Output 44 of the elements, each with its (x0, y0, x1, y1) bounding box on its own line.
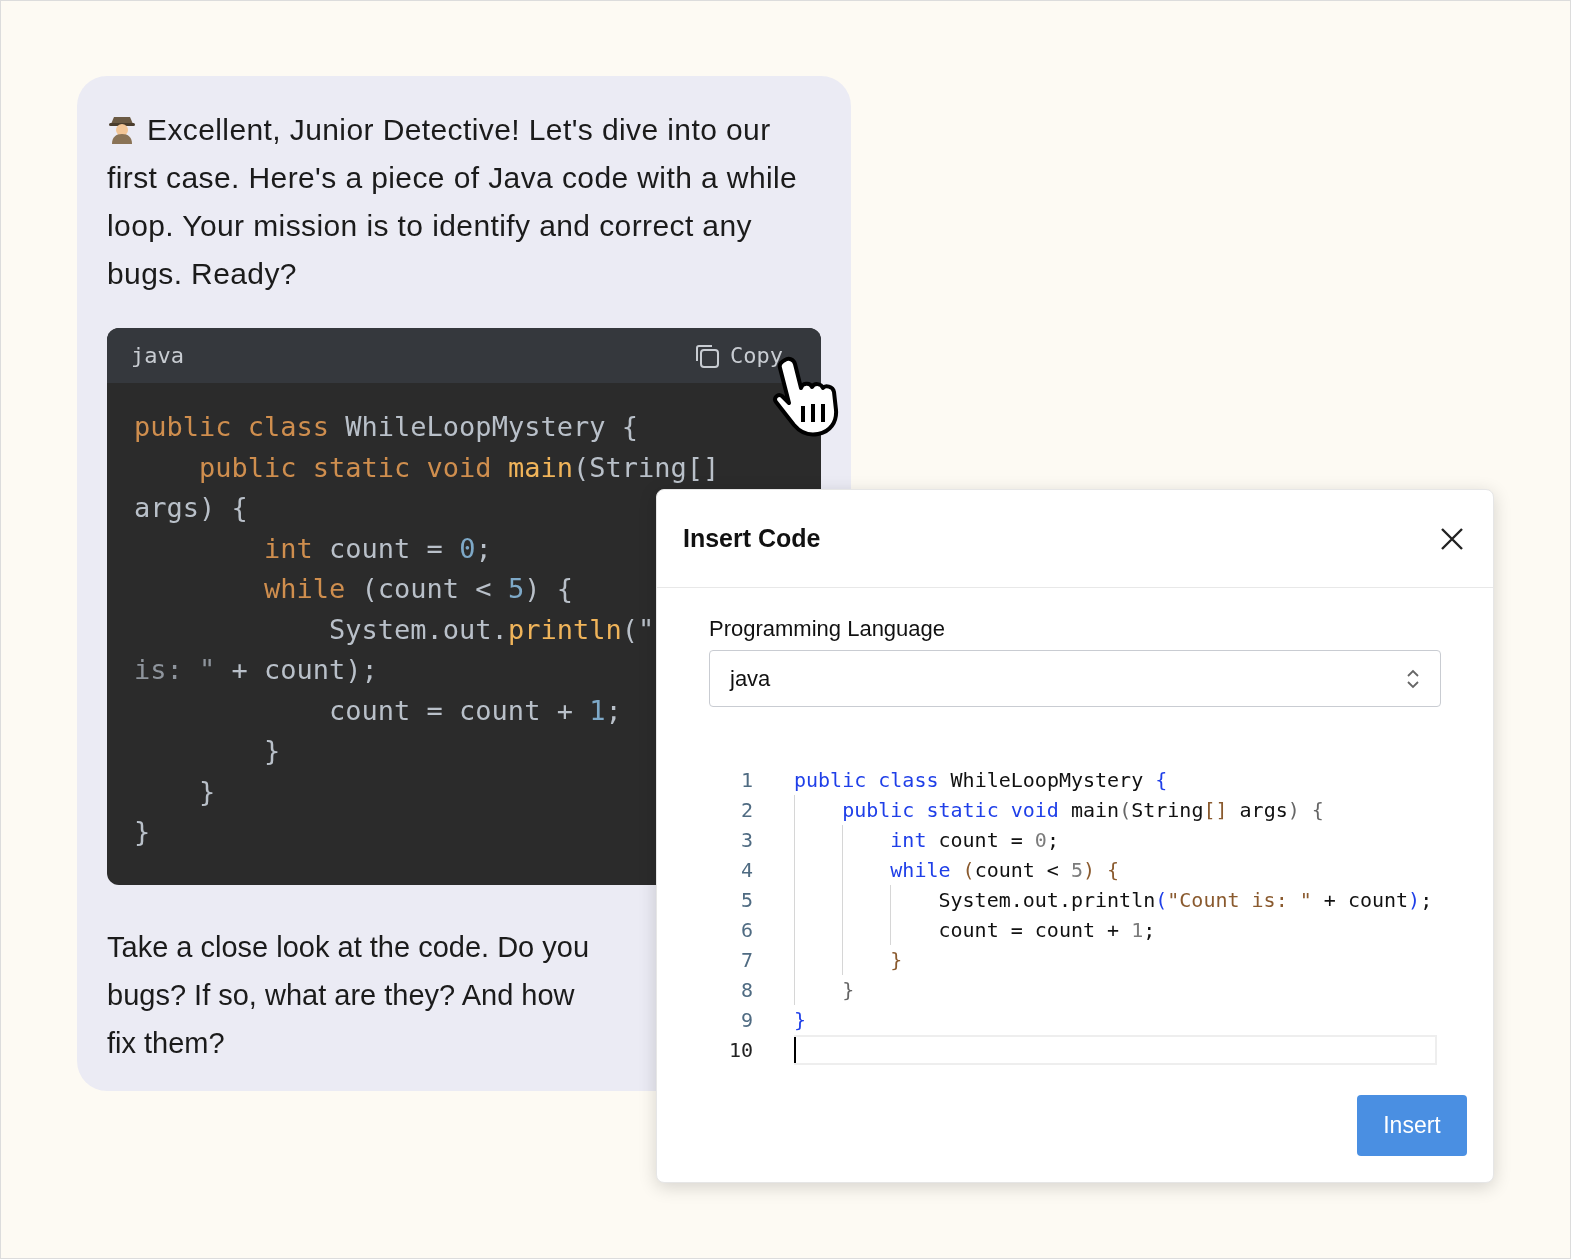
code-line: public static void main(String[] args) { (841, 797, 1324, 824)
code-line: count = count + 1; (937, 917, 1156, 944)
code-line: public class WhileLoopMystery { (794, 767, 1168, 794)
line-number: 8 (739, 978, 753, 1002)
line-number: 9 (739, 1008, 753, 1032)
code-line: int count = 0; (263, 531, 492, 566)
field-label: Programming Language (709, 616, 947, 642)
line-number: 5 (739, 888, 753, 912)
code-line: } (841, 977, 855, 1004)
code-line: public class WhileLoopMystery { (134, 410, 638, 444)
copy-icon (694, 342, 720, 369)
code-line: public static void main(String[] (198, 450, 720, 485)
detective-icon (107, 114, 137, 144)
language-select[interactable]: java (709, 650, 1441, 707)
code-language: java (131, 343, 184, 368)
code-line: } (263, 734, 281, 768)
code-line: while (count < 5) { (889, 857, 1120, 884)
code-line: } (198, 774, 216, 809)
message-text: Take a close look at the code. Do you (107, 930, 589, 965)
code-line: while (count < 5) { (263, 572, 573, 606)
line-number: 4 (739, 858, 753, 882)
line-number: 6 (739, 918, 753, 942)
code-line: System.out.println(" (328, 612, 655, 647)
chevron-updown-icon (1406, 667, 1420, 690)
dialog-title: Insert Code (683, 524, 821, 553)
code-line: count = count + 1; (328, 693, 622, 728)
line-number: 2 (739, 798, 753, 822)
close-icon (1439, 525, 1465, 552)
message-text: bugs? If so, what are they? And how (107, 978, 575, 1013)
line-number: 3 (739, 828, 753, 852)
line-number: 7 (739, 948, 753, 972)
message-text: Excellent, Junior Detective! Let's dive into our first case. Here's a piece of Java code with a while loop. Your mission is to identify and correct any bugs. Ready? (107, 112, 799, 292)
close-button[interactable] (1439, 525, 1465, 552)
code-line: System.out.println("Count is: " + count); (937, 887, 1433, 914)
line-number: 10 (727, 1038, 753, 1062)
code-line: int count = 0; (889, 827, 1059, 854)
copy-button[interactable]: Copy (694, 342, 783, 369)
code-line: } (889, 947, 903, 974)
code-line: is: " + count); (134, 653, 378, 687)
message-text: fix them? (107, 1026, 225, 1061)
code-line: args) { (134, 491, 248, 525)
code-line: } (794, 1007, 807, 1034)
code-line: } (134, 815, 151, 849)
line-number: 1 (739, 768, 753, 792)
